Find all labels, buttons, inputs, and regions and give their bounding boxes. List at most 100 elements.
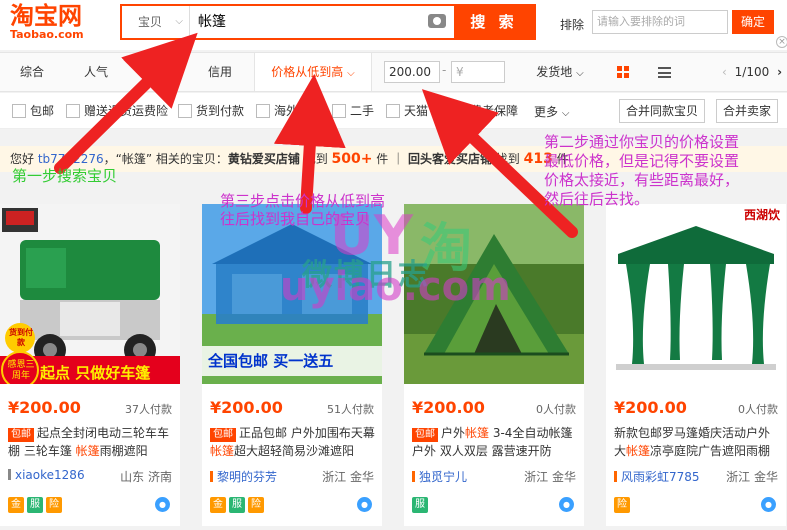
- shop-link[interactable]: 独觅宁儿: [412, 468, 467, 485]
- service-badges: 金服险: [8, 496, 65, 513]
- product-price: ¥200.00: [412, 398, 485, 417]
- exclude-confirm-button[interactable]: 确定: [732, 10, 774, 34]
- more-filters-label: 更多: [534, 105, 559, 119]
- product-image-tricycle[interactable]: 起点 只做好车篷 感恩三周年 货到付款: [0, 204, 180, 384]
- product-location: 山东 济南: [120, 470, 172, 484]
- product-title[interactable]: 新款包邮罗马篷婚庆活动户外大帐篷凉亭庭院广告遮阳雨棚: [614, 424, 780, 460]
- ship-from-dropdown[interactable]: 发货地 ⌵: [528, 53, 592, 91]
- sort-price-asc[interactable]: 价格从低到高 ⌵: [254, 53, 372, 91]
- filter-overseas[interactable]: 海外商品: [256, 103, 322, 119]
- service-badges: 金服险: [210, 496, 267, 513]
- product-card[interactable]: 西湖饮 ¥200.00 0人付款 新款包邮罗马篷婚庆活动户外大帐篷凉亭庭院广告遮…: [606, 204, 786, 526]
- free-shipping-tag: 包邮: [412, 428, 438, 442]
- notice-text: ，“帐篷” 相关的宝贝：: [103, 152, 228, 166]
- notice-shop-2[interactable]: 回头客爱买店铺: [408, 152, 492, 166]
- service-badges: 险: [614, 496, 633, 513]
- pager: ‹ 1/100 ›: [722, 53, 782, 91]
- shop-link[interactable]: 黎明的芬芳: [210, 468, 277, 485]
- product-title-highlight: 帐篷: [75, 444, 100, 458]
- product-card[interactable]: 起点 只做好车篷 感恩三周年 货到付款 ¥200.00 37人付款 包邮 起点全封…: [0, 204, 180, 526]
- shop-icon: [614, 471, 617, 482]
- notice-count-1: 500+: [331, 151, 373, 167]
- shop-link[interactable]: xiaoke1286: [8, 468, 85, 482]
- filter-tmall[interactable]: 天猫: [386, 103, 428, 119]
- product-image-canopy[interactable]: 全国包邮 买一送五: [202, 204, 382, 384]
- annotation-step3-line2: 往后找到我自己的宝贝: [220, 210, 371, 228]
- close-icon[interactable]: ×: [776, 36, 787, 48]
- prev-page-icon[interactable]: ‹: [722, 65, 727, 79]
- gold-medal-icon[interactable]: 金: [210, 497, 226, 513]
- merge-items-button[interactable]: 合并同款宝贝: [619, 99, 705, 123]
- sort-sales[interactable]: 销量: [136, 53, 184, 91]
- gold-medal-icon[interactable]: 金: [8, 497, 24, 513]
- search-category-select[interactable]: 宝贝 ⌵: [122, 6, 190, 38]
- product-title-text: 正品包邮 户外加围布天幕: [239, 426, 375, 440]
- chevron-down-icon: ⌵: [561, 108, 570, 119]
- shop-link[interactable]: 风雨彩虹7785: [614, 468, 700, 485]
- ship-from-label: 发货地: [536, 65, 573, 79]
- product-title[interactable]: 包邮 正品包邮 户外加围布天幕帐篷超大超轻简易沙滩遮阳: [210, 424, 376, 460]
- camera-icon[interactable]: [428, 14, 446, 28]
- header: 淘宝网 Taobao.com 宝贝 ⌵ 帐篷 搜 索 排除 请输入要排除的词 确…: [0, 0, 787, 50]
- wangwang-chat-icon[interactable]: ●: [559, 497, 574, 512]
- filter-return-insurance[interactable]: 赠送退货运费险: [66, 103, 168, 119]
- notice-text: 找到: [491, 152, 524, 166]
- price-min-input[interactable]: 200.00: [384, 61, 440, 83]
- sort-popularity[interactable]: 人气: [72, 53, 120, 91]
- notice-shop-1[interactable]: 黄钻爱买店铺: [228, 152, 300, 166]
- more-filters[interactable]: 更多 ⌵: [534, 103, 569, 120]
- wangwang-chat-icon[interactable]: ●: [357, 497, 372, 512]
- brand-stamp: 西湖饮: [743, 208, 780, 222]
- annotation-step2-line4: 然后往后去找。: [544, 190, 650, 208]
- filter-free-shipping[interactable]: 包邮: [12, 103, 54, 119]
- wangwang-chat-icon[interactable]: ●: [761, 497, 776, 512]
- service-icon[interactable]: 服: [412, 497, 428, 513]
- product-price: ¥200.00: [210, 398, 283, 417]
- service-icon[interactable]: 服: [27, 497, 43, 513]
- shop-name: 独觅宁儿: [419, 470, 468, 484]
- product-card[interactable]: ¥200.00 0人付款 包邮 户外帐篷 3-4全自动帐篷 户外 双人双层 露营速…: [404, 204, 584, 526]
- taobao-logo[interactable]: 淘宝网 Taobao.com: [10, 4, 84, 40]
- sort-price-asc-label: 价格从低到高: [271, 65, 344, 79]
- filter-cod[interactable]: 货到付款: [178, 103, 244, 119]
- filter-consumer-protection[interactable]: 消费者保障: [440, 103, 518, 119]
- chevron-down-icon: ⌵: [576, 68, 584, 79]
- grid-view-icon[interactable]: [617, 66, 629, 78]
- free-shipping-tag: 包邮: [210, 428, 236, 442]
- product-title-text: 超大超轻简易沙滩遮阳: [234, 444, 355, 458]
- page-indicator: 1/100: [734, 65, 770, 79]
- insurance-icon[interactable]: 险: [248, 497, 264, 513]
- product-image-tent[interactable]: [404, 204, 584, 384]
- product-card[interactable]: 全国包邮 买一送五 ¥200.00 51人付款 包邮 正品包邮 户外加围布天幕帐篷…: [202, 204, 382, 526]
- search-input[interactable]: 帐篷: [198, 6, 226, 38]
- promo-badge: 感恩三周年: [7, 360, 35, 381]
- product-title[interactable]: 包邮 户外帐篷 3-4全自动帐篷 户外 双人双层 露营速开防: [412, 424, 578, 460]
- wangwang-chat-icon[interactable]: ●: [155, 497, 170, 512]
- shop-icon: [412, 471, 415, 482]
- gazebo-illustration: [606, 204, 786, 384]
- merge-sellers-button[interactable]: 合并卖家: [716, 99, 778, 123]
- tricycle-illustration: [0, 204, 180, 384]
- list-view-icon[interactable]: [658, 67, 671, 78]
- notice-prefix: 您好: [10, 152, 35, 166]
- sort-default[interactable]: 综合: [8, 53, 56, 91]
- product-image-gazebo[interactable]: 西湖饮: [606, 204, 786, 384]
- search-category-label: 宝贝: [138, 15, 163, 29]
- sort-credit[interactable]: 信用: [196, 53, 244, 91]
- product-price: ¥200.00: [8, 398, 81, 417]
- insurance-icon[interactable]: 险: [614, 497, 630, 513]
- product-title[interactable]: 包邮 起点全封闭电动三轮车车棚 三轮车篷 帐篷雨棚遮阳: [8, 424, 174, 460]
- notice-user-link[interactable]: tb7742276: [38, 152, 104, 166]
- product-title-text: 雨棚遮阳: [99, 444, 148, 458]
- exclude-input[interactable]: 请输入要排除的词: [592, 10, 728, 34]
- price-max-input[interactable]: ¥: [451, 61, 505, 83]
- service-icon[interactable]: 服: [229, 497, 245, 513]
- product-price: ¥200.00: [614, 398, 687, 417]
- insurance-icon[interactable]: 险: [46, 497, 62, 513]
- shop-icon: [210, 471, 213, 482]
- next-page-icon[interactable]: ›: [777, 65, 782, 79]
- cod-badge: 货到付款: [9, 328, 33, 347]
- search-button[interactable]: 搜 索: [454, 6, 534, 38]
- notice-text: 找到: [299, 152, 332, 166]
- filter-second-hand[interactable]: 二手: [332, 103, 374, 119]
